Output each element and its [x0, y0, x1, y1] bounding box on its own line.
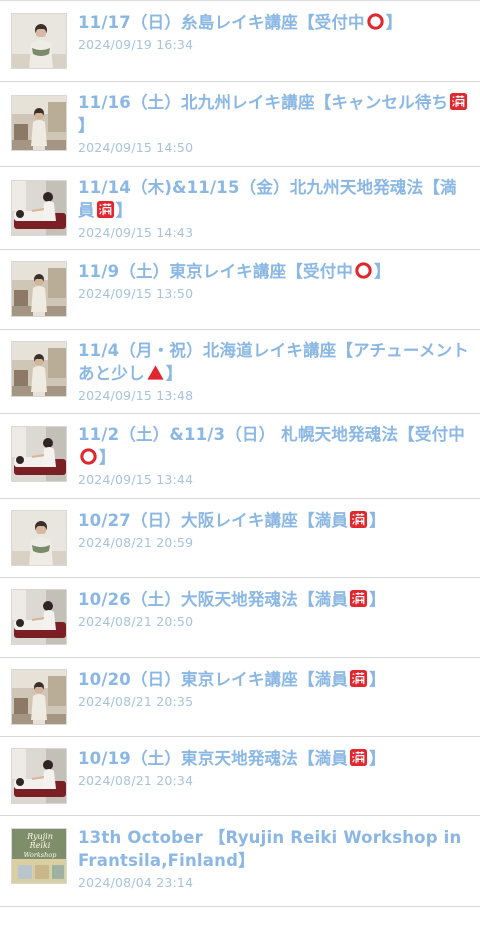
post-title-link[interactable]: 11/14（木)&11/15（金）北九州天地発魂法【満員】	[78, 176, 472, 222]
post-date: 2024/08/21 20:59	[78, 535, 194, 550]
thumbnail-image[interactable]	[11, 95, 67, 151]
post-title-link[interactable]: 10/26（土）大阪天地発魂法【満員】	[78, 588, 472, 611]
list-item[interactable]: 11/17（日）糸島レイキ講座【受付中】 2024/09/19 16:34	[0, 1, 480, 82]
thumbnail-image[interactable]	[11, 13, 67, 69]
thumbnail-image[interactable]	[11, 426, 67, 482]
list-item-text: 11/9（土）東京レイキ講座【受付中】 2024/09/15 13:50	[78, 260, 472, 302]
list-item-text: 10/19（土）東京天地発魂法【満員】 2024/08/21 20:34	[78, 747, 472, 789]
full-sign-icon	[348, 589, 369, 609]
circle-icon	[365, 13, 386, 32]
list-item[interactable]: 11/4（月・祝）北海道レイキ講座【アチューメントあと少し】 2024/09/1…	[0, 330, 480, 414]
full-sign-icon	[348, 669, 369, 689]
list-item[interactable]: 11/9（土）東京レイキ講座【受付中】 2024/09/15 13:50	[0, 250, 480, 330]
thumbnail-image[interactable]	[11, 589, 67, 645]
list-item-text: 13th October 【Ryujin Reiki Workshop in F…	[78, 826, 472, 891]
list-item-text: 11/4（月・祝）北海道レイキ講座【アチューメントあと少し】 2024/09/1…	[78, 339, 472, 404]
list-item-text: 10/26（土）大阪天地発魂法【満員】 2024/08/21 20:50	[78, 588, 472, 630]
list-item[interactable]: 10/27（日）大阪レイキ講座【満員】 2024/08/21 20:59	[0, 499, 480, 578]
list-item[interactable]: 10/26（土）大阪天地発魂法【満員】 2024/08/21 20:50	[0, 578, 480, 658]
thumbnail-image[interactable]	[11, 341, 67, 397]
thumbnail-image[interactable]	[11, 669, 67, 725]
list-item[interactable]: 11/16（土）北九州レイキ講座【キャンセル待ち】 2024/09/15 14:…	[0, 82, 480, 167]
list-item-text: 11/17（日）糸島レイキ講座【受付中】 2024/09/19 16:34	[78, 11, 472, 53]
list-item[interactable]: 11/2（土）&11/3（日） 札幌天地発魂法【受付中】 2024/09/15 …	[0, 414, 480, 499]
post-date: 2024/09/15 13:44	[78, 472, 194, 487]
post-title-link[interactable]: 11/16（土）北九州レイキ講座【キャンセル待ち】	[78, 91, 472, 137]
full-sign-icon	[95, 200, 116, 220]
list-item[interactable]: Ryujin Reiki Workshop 13th October 【Ryuj…	[0, 816, 480, 907]
post-date: 2024/09/15 13:48	[78, 388, 194, 403]
post-date: 2024/08/04 23:14	[78, 875, 194, 890]
poster-text: Workshop	[24, 851, 58, 859]
post-title-link[interactable]: 11/9（土）東京レイキ講座【受付中】	[78, 260, 472, 283]
full-sign-icon	[348, 748, 369, 768]
poster-text: Reiki	[29, 841, 51, 850]
thumbnail-image[interactable]: Ryujin Reiki Workshop	[11, 828, 67, 884]
post-date: 2024/09/19 16:34	[78, 37, 194, 52]
post-date: 2024/09/15 14:50	[78, 140, 194, 155]
post-title-link[interactable]: 11/17（日）糸島レイキ講座【受付中】	[78, 11, 472, 34]
post-title-link[interactable]: 10/20（日）東京レイキ講座【満員】	[78, 668, 472, 691]
list-item-text: 10/20（日）東京レイキ講座【満員】 2024/08/21 20:35	[78, 668, 472, 710]
circle-icon	[78, 448, 99, 467]
post-date: 2024/08/21 20:34	[78, 773, 194, 788]
list-item-text: 10/27（日）大阪レイキ講座【満員】 2024/08/21 20:59	[78, 509, 472, 551]
list-item-text: 11/14（木)&11/15（金）北九州天地発魂法【満員】 2024/09/15…	[78, 176, 472, 241]
thumbnail-image[interactable]	[11, 261, 67, 317]
post-title-link[interactable]: 11/4（月・祝）北海道レイキ講座【アチューメントあと少し】	[78, 339, 472, 385]
thumbnail-image[interactable]	[11, 748, 67, 804]
full-sign-icon	[348, 510, 369, 530]
post-title-link[interactable]: 10/19（土）東京天地発魂法【満員】	[78, 747, 472, 770]
circle-icon	[353, 262, 374, 281]
post-date: 2024/09/15 14:43	[78, 225, 194, 240]
red-triangle-icon	[145, 364, 166, 383]
post-date: 2024/08/21 20:50	[78, 614, 194, 629]
list-item[interactable]: 10/20（日）東京レイキ講座【満員】 2024/08/21 20:35	[0, 658, 480, 737]
list-item-text: 11/2（土）&11/3（日） 札幌天地発魂法【受付中】 2024/09/15 …	[78, 423, 472, 488]
post-date: 2024/08/21 20:35	[78, 694, 194, 709]
list-item[interactable]: 10/19（土）東京天地発魂法【満員】 2024/08/21 20:34	[0, 737, 480, 816]
post-date: 2024/09/15 13:50	[78, 286, 194, 301]
list-item[interactable]: 11/14（木)&11/15（金）北九州天地発魂法【満員】 2024/09/15…	[0, 167, 480, 250]
list-item-text: 11/16（土）北九州レイキ講座【キャンセル待ち】 2024/09/15 14:…	[78, 91, 472, 156]
post-title-link[interactable]: 13th October 【Ryujin Reiki Workshop in F…	[78, 826, 472, 872]
post-title-link[interactable]: 10/27（日）大阪レイキ講座【満員】	[78, 509, 472, 532]
full-sign-icon	[448, 92, 469, 112]
poster-text: Ryujin	[26, 832, 53, 841]
blog-post-list: 11/17（日）糸島レイキ講座【受付中】 2024/09/19 16:34 11…	[0, 0, 480, 907]
thumbnail-image[interactable]	[11, 510, 67, 566]
thumbnail-image[interactable]	[11, 180, 67, 236]
post-title-link[interactable]: 11/2（土）&11/3（日） 札幌天地発魂法【受付中】	[78, 423, 472, 469]
